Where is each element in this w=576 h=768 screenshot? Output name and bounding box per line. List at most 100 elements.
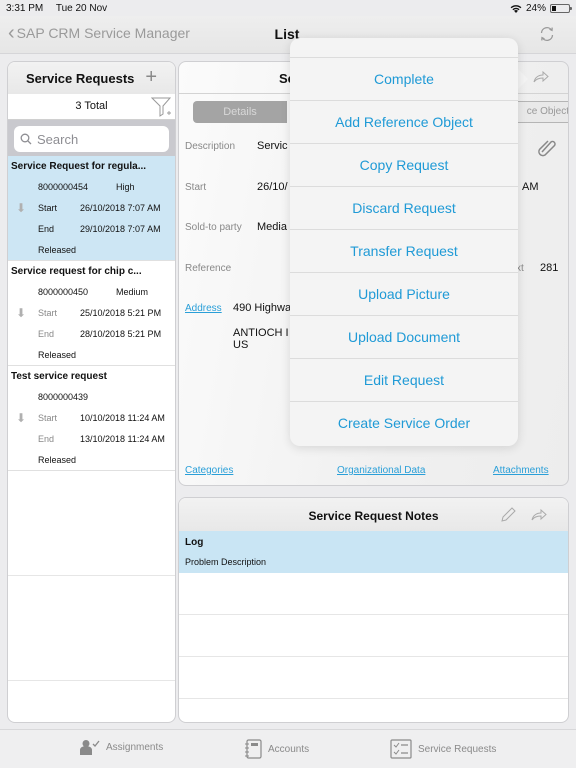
menu-item-upload-picture[interactable]: Upload Picture (290, 273, 518, 316)
share-icon[interactable] (532, 69, 550, 85)
status-date: Tue 20 Nov (55, 2, 108, 14)
description-label: Description (185, 141, 236, 152)
tab-bar: Assignments Accounts Service Requests (0, 729, 576, 768)
end-value: 29/10/2018 7:07 AM (80, 224, 161, 234)
empty-row (8, 576, 175, 681)
tab-label: Accounts (268, 743, 310, 755)
menu-item-add-reference-object[interactable]: Add Reference Object (290, 101, 518, 144)
description-value: Servic (257, 140, 288, 152)
note-log-item[interactable]: Log Problem Description (179, 531, 568, 573)
end-label: End (38, 224, 55, 234)
menu-item-transfer-request[interactable]: Transfer Request (290, 230, 518, 273)
service-request-item[interactable]: Service request for chip c... 8000000450… (8, 261, 175, 366)
arrow-down-icon: ⬇ (16, 306, 27, 320)
log-description: Problem Description (185, 557, 267, 567)
plus-icon[interactable]: + (145, 66, 157, 88)
battery-fill (552, 5, 556, 11)
service-requests-header: Service Requests + (8, 62, 175, 94)
address-line-1: 490 Highwa (233, 302, 292, 314)
request-status: Released (38, 350, 77, 360)
notes-panel: Service Request Notes Log Problem Descri… (178, 497, 569, 723)
search-bar: Search (8, 120, 175, 156)
reference-right-value: 281 (540, 262, 559, 274)
start-label: Start (38, 203, 58, 213)
start-value: 10/10/2018 11:24 AM (80, 413, 165, 423)
empty-row (179, 573, 568, 615)
start-label: Start (38, 413, 58, 423)
request-id: 8000000454 (38, 182, 89, 192)
tab-accounts[interactable]: Accounts (244, 739, 309, 759)
assignments-icon (80, 740, 100, 755)
end-label: End (38, 329, 55, 339)
request-id: 8000000439 (38, 392, 89, 402)
start-value: 26/10/ (257, 181, 288, 193)
status-time: 3:31 PM (6, 2, 44, 14)
end-value: 28/10/2018 5:21 PM (80, 329, 162, 339)
service-requests-icon (390, 739, 412, 759)
total-bar: 3 Total (8, 94, 175, 120)
log-title: Log (185, 537, 204, 548)
start-label: Start (38, 308, 58, 318)
request-title: Test service request (11, 371, 107, 382)
search-placeholder: Search (37, 131, 79, 147)
paperclip-icon[interactable] (536, 136, 558, 158)
end-label: End (38, 434, 55, 444)
arrow-down-icon: ⬇ (16, 201, 27, 215)
start-label: Start (185, 182, 207, 193)
attachments-link[interactable]: Attachments (493, 465, 549, 476)
tab-details[interactable]: Details (193, 101, 287, 123)
menu-item-discard-request[interactable]: Discard Request (290, 187, 518, 230)
categories-link[interactable]: Categories (185, 465, 233, 476)
status-bar: 3:31 PM Tue 20 Nov 24% (0, 0, 576, 16)
search-input[interactable]: Search (14, 126, 169, 152)
service-request-item[interactable]: Test service request 8000000439 ⬇ Start … (8, 366, 175, 471)
end-value: 13/10/2018 11:24 AM (80, 434, 165, 444)
request-status: Released (38, 245, 77, 255)
menu-top-spacer (290, 38, 518, 58)
request-priority: Medium (116, 287, 149, 297)
empty-row (179, 615, 568, 657)
battery-icon (550, 3, 572, 13)
sold-to-label: Sold-to party (185, 222, 242, 233)
segmented-control: Details ce Objects (193, 101, 568, 123)
address-line-2: ANTIOCH I (233, 327, 289, 339)
menu-item-copy-request[interactable]: Copy Request (290, 144, 518, 187)
sold-to-value: Media (257, 221, 287, 233)
request-priority: High (116, 182, 135, 192)
reference-label: Reference (185, 263, 232, 274)
service-request-item[interactable]: Service Request for regula... 8000000454… (8, 156, 175, 261)
request-id: 8000000450 (38, 287, 89, 297)
menu-item-upload-document[interactable]: Upload Document (290, 316, 518, 359)
organizational-data-link[interactable]: Organizational Data (337, 465, 425, 476)
tab-service-requests[interactable]: Service Requests (390, 739, 496, 759)
filter-icon[interactable] (151, 96, 173, 118)
tab-assignments[interactable]: Assignments (80, 739, 163, 755)
start-value-tail: AM (522, 181, 539, 193)
tab-label: Service Requests (418, 743, 497, 755)
empty-row (8, 471, 175, 576)
panel-title: Service Requests (26, 71, 135, 86)
arrow-down-icon: ⬇ (16, 411, 27, 425)
empty-row (179, 657, 568, 699)
notes-header: Service Request Notes (179, 498, 568, 531)
address-link[interactable]: Address (185, 303, 222, 314)
request-status: Released (38, 455, 77, 465)
address-line-3: US (233, 339, 249, 351)
tab-reference-objects[interactable]: ce Objects (509, 101, 568, 123)
refresh-icon[interactable] (538, 25, 556, 43)
service-requests-panel: Service Requests + 3 Total Search Servic… (7, 61, 176, 723)
search-icon (20, 133, 32, 145)
request-title: Service Request for regula... (11, 161, 147, 172)
menu-item-complete[interactable]: Complete (290, 58, 518, 101)
tab-label: Assignments (106, 741, 164, 753)
total-count: 3 Total (75, 100, 108, 112)
menu-item-create-service-order[interactable]: Create Service Order (290, 402, 518, 445)
battery-percent: 24% (525, 2, 546, 14)
share-icon[interactable] (530, 507, 548, 523)
pencil-icon[interactable] (500, 507, 516, 523)
request-title: Service request for chip c... (11, 266, 142, 277)
start-value: 25/10/2018 5:21 PM (80, 308, 162, 318)
action-menu: Complete Add Reference Object Copy Reque… (290, 38, 518, 446)
wifi-icon (510, 4, 522, 13)
menu-item-edit-request[interactable]: Edit Request (290, 359, 518, 402)
